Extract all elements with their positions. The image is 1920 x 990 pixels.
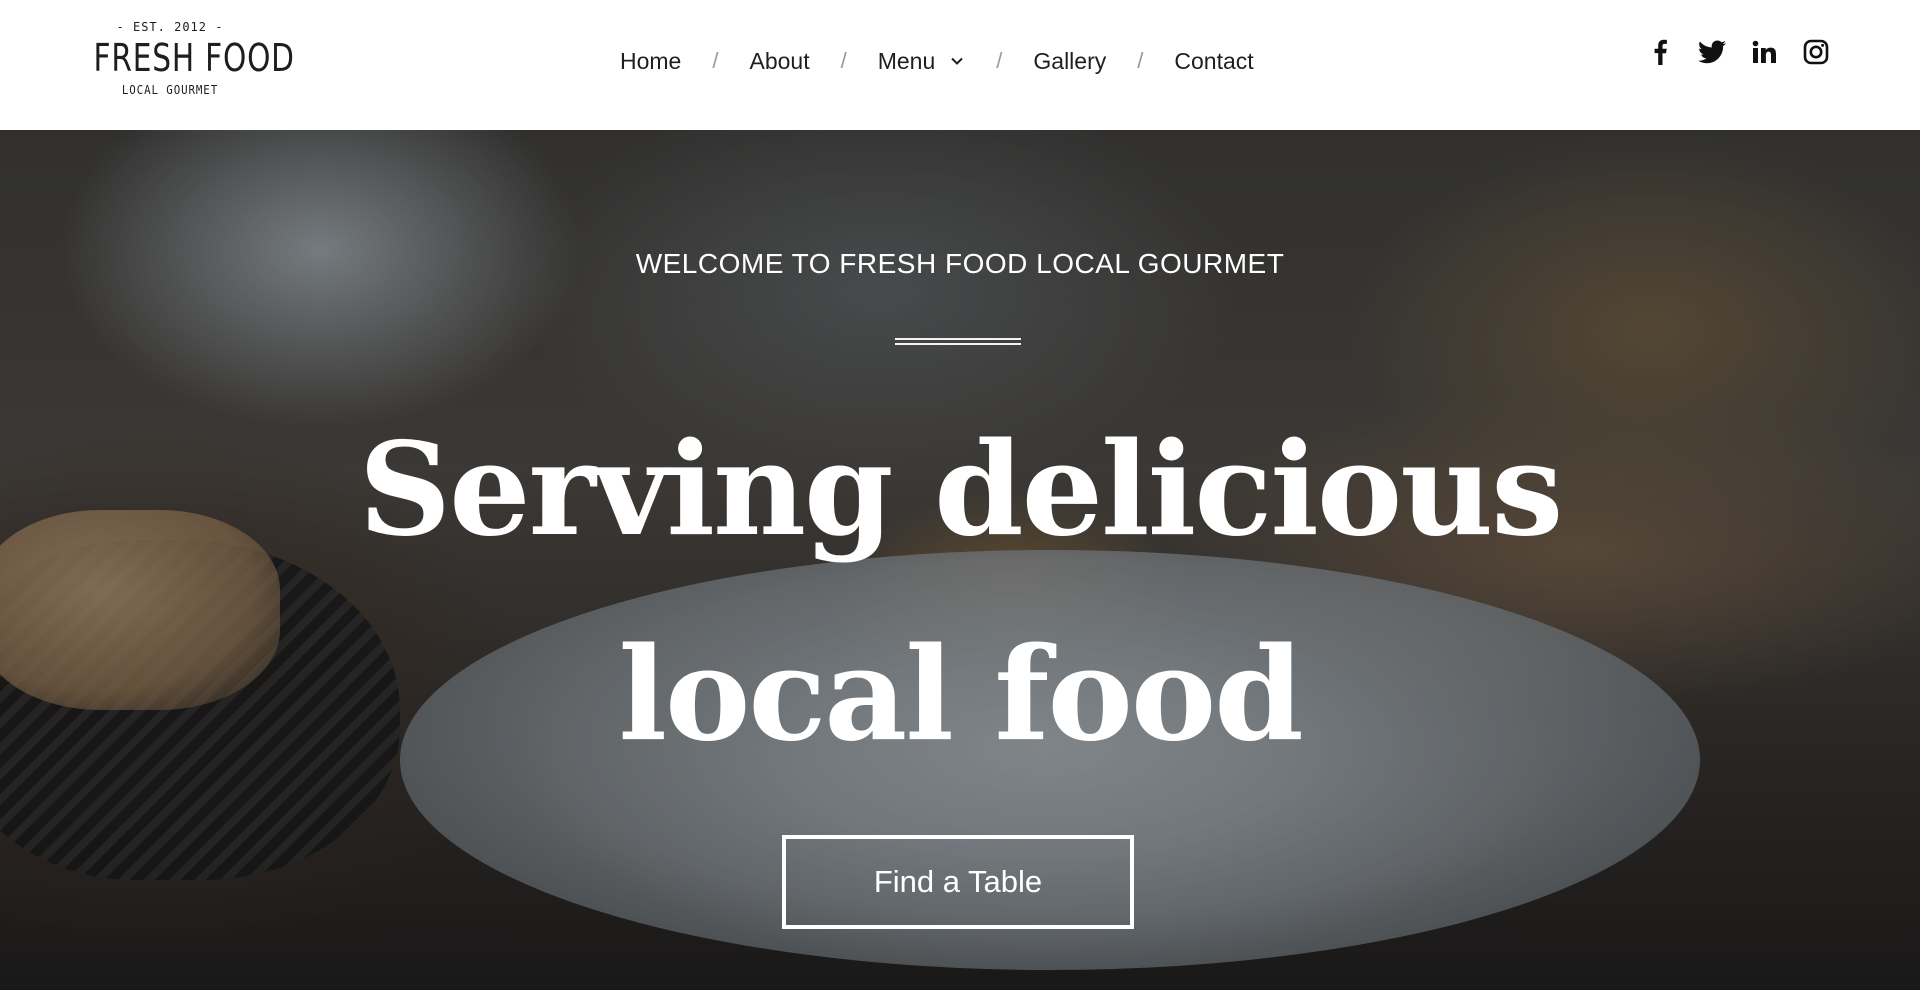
- site-logo[interactable]: - EST. 2012 - FRESH FOOD LOCAL GOURMET: [72, 18, 295, 110]
- hero-section: WELCOME TO FRESH FOOD LOCAL GOURMET Serv…: [0, 130, 1920, 990]
- hero-headline-line-2: local food: [618, 620, 1303, 770]
- logo-established: - EST. 2012 -: [116, 20, 224, 34]
- nav-menu-label: Menu: [877, 47, 936, 74]
- nav-menu[interactable]: Menu: [878, 48, 966, 75]
- social-links: [1646, 38, 1830, 66]
- hero-welcome-text: WELCOME TO FRESH FOOD LOCAL GOURMET: [635, 248, 1285, 279]
- nav-home[interactable]: Home: [620, 48, 681, 75]
- find-a-table-button[interactable]: Find a Table: [782, 835, 1134, 929]
- hero-headline: Serving delicious local food: [0, 388, 1920, 798]
- nav-separator: /: [712, 48, 719, 73]
- instagram-icon[interactable]: [1802, 38, 1830, 66]
- nav-about[interactable]: About: [749, 48, 809, 75]
- facebook-icon[interactable]: [1646, 38, 1674, 66]
- nav-contact[interactable]: Contact: [1174, 48, 1253, 75]
- nav-separator: /: [996, 48, 1003, 73]
- hero-divider: [895, 338, 1021, 345]
- hero-content: WELCOME TO FRESH FOOD LOCAL GOURMET Serv…: [0, 130, 1920, 990]
- nav-separator: /: [1137, 48, 1144, 73]
- twitter-icon[interactable]: [1698, 38, 1726, 66]
- hero-headline-line-1: Serving delicious: [358, 415, 1564, 565]
- logo-subtitle: LOCAL GOURMET: [121, 83, 219, 97]
- logo-name: FRESH FOOD: [93, 36, 295, 80]
- main-nav: Home / About / Menu / Gallery / Contact: [620, 40, 1254, 82]
- nav-gallery[interactable]: Gallery: [1033, 48, 1106, 75]
- nav-separator: /: [840, 48, 847, 73]
- linkedin-icon[interactable]: [1750, 38, 1778, 66]
- chevron-down-icon: [951, 57, 963, 65]
- site-header: - EST. 2012 - FRESH FOOD LOCAL GOURMET H…: [0, 0, 1920, 130]
